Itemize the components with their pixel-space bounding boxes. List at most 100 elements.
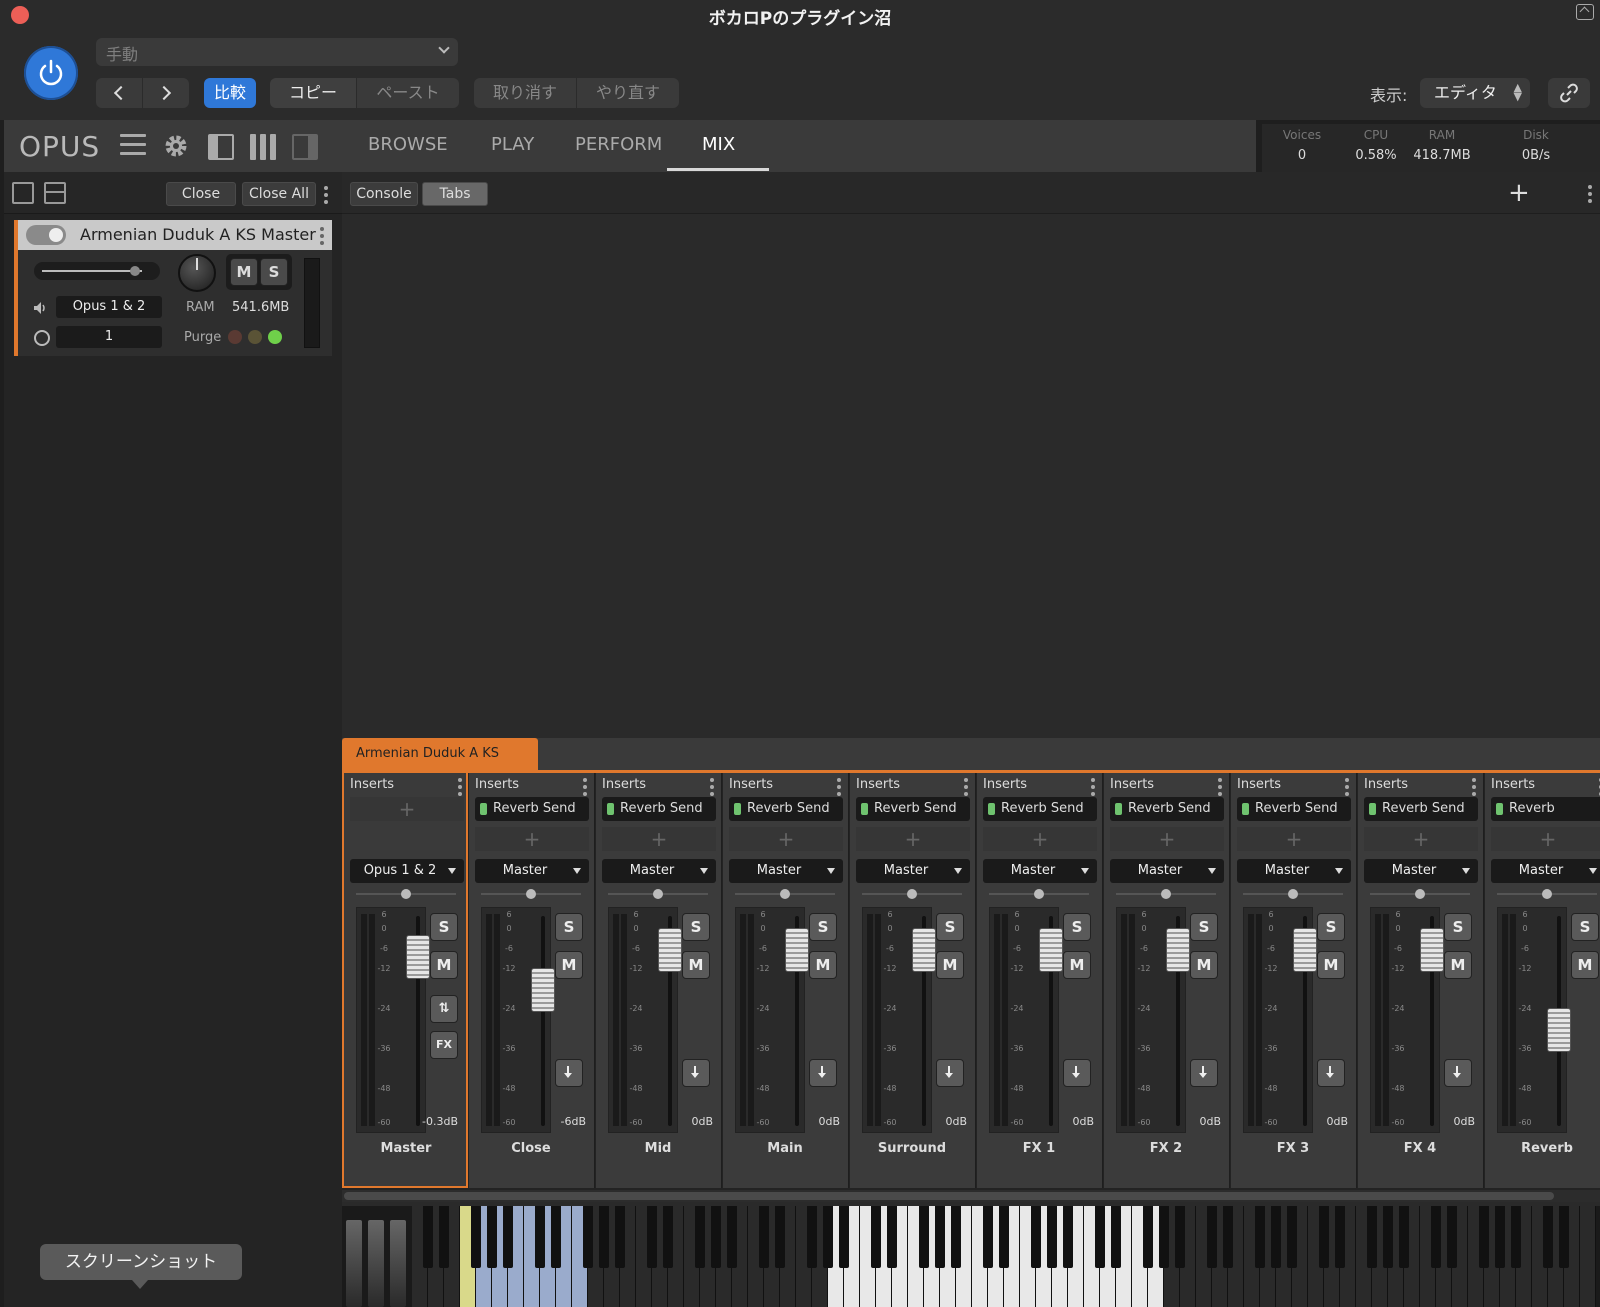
piano-black-key[interactable] <box>727 1206 737 1268</box>
down-arrow-icon[interactable] <box>682 1059 710 1087</box>
pan-handle[interactable] <box>526 889 536 899</box>
mute-button[interactable]: M <box>936 951 964 979</box>
volume-fader[interactable] <box>658 928 682 972</box>
solo-button[interactable]: S <box>809 913 837 941</box>
fx-button[interactable]: FX <box>430 1031 458 1059</box>
menu-icon[interactable] <box>120 134 146 161</box>
piano-black-key[interactable] <box>887 1206 897 1268</box>
instrument-options-icon[interactable] <box>320 227 324 248</box>
solo-button[interactable]: S <box>936 913 964 941</box>
piano-black-key[interactable] <box>1159 1206 1169 1268</box>
piano-black-key[interactable] <box>951 1206 961 1268</box>
piano-black-key[interactable] <box>535 1206 545 1268</box>
pan-handle[interactable] <box>401 889 411 899</box>
piano-keyboard[interactable] <box>342 1206 1600 1307</box>
add-insert-button[interactable]: + <box>1491 827 1600 851</box>
tabs-button[interactable]: Tabs <box>422 182 488 206</box>
pan-handle[interactable] <box>1034 889 1044 899</box>
piano-black-key[interactable] <box>839 1206 849 1268</box>
piano-black-key[interactable] <box>1431 1206 1441 1268</box>
piano-black-key[interactable] <box>695 1206 705 1268</box>
piano-black-key[interactable] <box>1175 1206 1185 1268</box>
link-button[interactable] <box>1548 78 1590 108</box>
instrument-output-select[interactable]: Opus 1 & 2 <box>56 296 162 318</box>
piano-black-key[interactable] <box>935 1206 945 1268</box>
down-arrow-icon[interactable] <box>1063 1059 1091 1087</box>
solo-button[interactable]: S <box>1571 913 1599 941</box>
instrument-pan-knob[interactable] <box>178 254 216 292</box>
keyboard-toggle-icon[interactable] <box>250 134 276 160</box>
mixer-tab[interactable]: Armenian Duduk A KS Master <box>342 738 538 793</box>
piano-black-key[interactable] <box>1511 1206 1521 1268</box>
solo-button[interactable]: S <box>682 913 710 941</box>
mute-button[interactable]: M <box>809 951 837 979</box>
solo-button[interactable]: S <box>555 913 583 941</box>
piano-black-key[interactable] <box>999 1206 1009 1268</box>
volume-fader[interactable] <box>1420 928 1444 972</box>
tab-perform[interactable]: PERFORM <box>575 134 662 155</box>
instrument-mute-button[interactable]: M <box>230 258 258 286</box>
piano-black-key[interactable] <box>1479 1206 1489 1268</box>
mute-button[interactable]: M <box>682 951 710 979</box>
add-insert-button[interactable]: + <box>602 827 716 851</box>
mute-button[interactable]: M <box>1190 951 1218 979</box>
routing-icon[interactable]: ⇅ <box>430 995 458 1023</box>
gear-icon[interactable] <box>162 132 190 164</box>
paste-button[interactable]: ペースト <box>357 78 459 108</box>
volume-fader[interactable] <box>912 928 936 972</box>
down-arrow-icon[interactable] <box>1190 1059 1218 1087</box>
copy-button[interactable]: コピー <box>270 78 356 108</box>
undo-button[interactable]: 取り消す <box>474 78 576 108</box>
tab-mix[interactable]: MIX <box>702 134 735 155</box>
compare-button[interactable]: 比較 <box>204 78 256 108</box>
down-arrow-icon[interactable] <box>809 1059 837 1087</box>
insert-slot[interactable]: Reverb Send <box>602 797 716 821</box>
add-insert-button[interactable]: + <box>983 827 1097 851</box>
pan-handle[interactable] <box>653 889 663 899</box>
piano-black-key[interactable] <box>471 1206 481 1268</box>
piano-black-key[interactable] <box>983 1206 993 1268</box>
volume-fader[interactable] <box>1039 928 1063 972</box>
midi-channel-select[interactable]: 1 <box>56 326 162 348</box>
add-insert-button[interactable]: + <box>350 797 464 821</box>
strip-options-icon[interactable] <box>710 778 714 799</box>
piano-black-key[interactable] <box>1223 1206 1233 1268</box>
piano-black-key[interactable] <box>1335 1206 1345 1268</box>
purge-red-button[interactable] <box>228 330 242 344</box>
piano-black-key[interactable] <box>663 1206 673 1268</box>
add-insert-button[interactable]: + <box>475 827 589 851</box>
piano-black-key[interactable] <box>503 1206 513 1268</box>
right-panel-toggle-icon[interactable] <box>292 134 318 160</box>
share-icon[interactable] <box>1576 4 1594 20</box>
strip-options-icon[interactable] <box>964 778 968 799</box>
insert-slot[interactable]: Reverb Send <box>1110 797 1224 821</box>
mixer-scroll-thumb[interactable] <box>344 1192 1554 1200</box>
add-insert-button[interactable]: + <box>856 827 970 851</box>
mute-button[interactable]: M <box>1063 951 1091 979</box>
output-select[interactable]: Master <box>1364 859 1478 883</box>
piano-black-key[interactable] <box>1383 1206 1393 1268</box>
output-select[interactable]: Master <box>856 859 970 883</box>
output-select[interactable]: Master <box>475 859 589 883</box>
piano-black-key[interactable] <box>1543 1206 1553 1268</box>
insert-slot[interactable]: Reverb Send <box>1237 797 1351 821</box>
insert-slot[interactable]: Reverb Send <box>1364 797 1478 821</box>
left-panel-toggle-icon[interactable] <box>208 134 234 160</box>
piano-black-key[interactable] <box>1031 1206 1041 1268</box>
strip-options-icon[interactable] <box>1218 778 1222 799</box>
mixer-scrollbar[interactable] <box>342 1190 1600 1202</box>
split-view-icon[interactable] <box>44 182 66 204</box>
add-insert-button[interactable]: + <box>1364 827 1478 851</box>
piano-black-key[interactable] <box>1143 1206 1153 1268</box>
output-select[interactable]: Master <box>729 859 843 883</box>
pan-handle[interactable] <box>780 889 790 899</box>
piano-black-key[interactable] <box>1255 1206 1265 1268</box>
add-insert-button[interactable]: + <box>1237 827 1351 851</box>
volume-fader[interactable] <box>785 928 809 972</box>
piano-black-key[interactable] <box>919 1206 929 1268</box>
piano-black-key[interactable] <box>1111 1206 1121 1268</box>
add-icon[interactable]: + <box>1508 180 1530 206</box>
down-arrow-icon[interactable] <box>555 1059 583 1087</box>
power-button[interactable] <box>24 46 78 100</box>
pan-handle[interactable] <box>907 889 917 899</box>
